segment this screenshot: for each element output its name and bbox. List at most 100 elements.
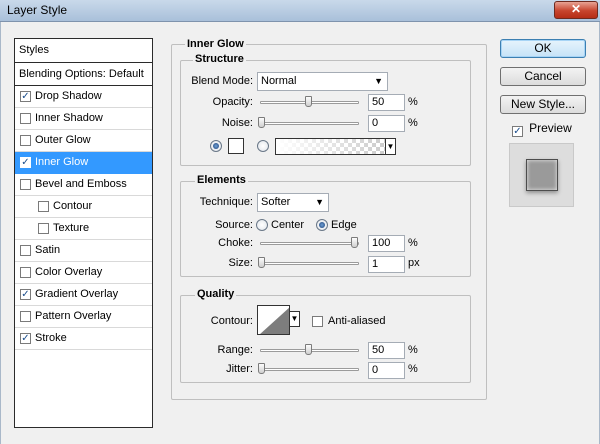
elements-title: Elements [195,174,248,186]
jitter-input[interactable]: 0 [368,362,405,379]
style-item-label: Drop Shadow [35,90,102,102]
technique-value: Softer [261,196,291,208]
styles-list: Styles Blending Options: Default ✓ Drop S… [14,38,153,428]
size-input[interactable]: 1 [368,256,405,273]
opacity-slider-thumb[interactable] [304,96,312,107]
noise-unit: % [408,117,418,129]
style-item-color-overlay[interactable]: Color Overlay [15,262,152,284]
style-item-contour[interactable]: Contour [15,196,152,218]
source-center-label[interactable]: Center [271,219,304,231]
style-checkbox[interactable] [20,311,31,322]
style-checkbox[interactable] [20,113,31,124]
style-item-label: Satin [35,244,61,256]
glow-color-swatch[interactable] [228,138,244,154]
chevron-down-icon: ▼ [290,314,299,323]
inner-glow-title: Inner Glow [185,38,246,50]
style-item-drop-shadow[interactable]: ✓ Drop Shadow [15,86,152,108]
preview-thumbnail [509,143,574,207]
preview-checkbox[interactable]: ✓ [512,126,523,137]
style-item-label: Color Overlay [35,266,103,278]
title-bar: Layer Style ✕ [0,0,600,22]
style-item-label: Bevel and Emboss [35,178,127,190]
style-item-label: Stroke [35,332,67,344]
contour-dropdown[interactable]: ▼ [289,311,300,327]
range-slider-thumb[interactable] [304,344,312,355]
new-style-button[interactable]: New Style... [500,95,586,114]
style-checkbox[interactable] [20,135,31,146]
style-item-label: Pattern Overlay [35,310,112,322]
choke-unit: % [408,237,418,249]
jitter-label: Jitter: [226,363,253,375]
source-label: Source: [215,219,253,231]
technique-select[interactable]: Softer ▼ [257,193,329,212]
style-checkbox[interactable]: ✓ [20,157,31,168]
style-item-outer-glow[interactable]: Outer Glow [15,130,152,152]
size-slider[interactable] [260,262,359,265]
blend-mode-select[interactable]: Normal ▼ [257,72,388,91]
style-checkbox[interactable]: ✓ [20,289,31,300]
range-unit: % [408,344,418,356]
range-input[interactable]: 50 [368,342,405,359]
style-item-label: Outer Glow [35,134,91,146]
choke-input[interactable]: 100 [368,235,405,252]
size-slider-thumb[interactable] [258,257,265,268]
anti-aliased-checkbox[interactable] [312,316,323,327]
chevron-down-icon: ▼ [374,76,383,86]
style-checkbox[interactable] [20,245,31,256]
ok-button[interactable]: OK [500,39,586,58]
cancel-button[interactable]: Cancel [500,67,586,86]
style-item-inner-glow[interactable]: ✓ Inner Glow [15,152,152,174]
style-item-pattern-overlay[interactable]: Pattern Overlay [15,306,152,328]
style-item-bevel-and-emboss[interactable]: Bevel and Emboss [15,174,152,196]
source-edge-radio[interactable] [316,219,328,231]
style-checkbox[interactable] [38,223,49,234]
style-item-label: Contour [53,200,93,212]
style-item-inner-shadow[interactable]: Inner Shadow [15,108,152,130]
style-checkbox[interactable]: ✓ [20,91,31,102]
source-center-radio[interactable] [256,219,268,231]
style-item-stroke[interactable]: ✓ Stroke [15,328,152,350]
style-checkbox[interactable]: ✓ [20,333,31,344]
style-item-gradient-overlay[interactable]: ✓ Gradient Overlay [15,284,152,306]
preview-label[interactable]: Preview [529,121,572,135]
style-item-label: Texture [53,222,90,234]
chevron-down-icon: ▼ [386,142,395,151]
style-checkbox[interactable] [20,179,31,190]
noise-slider[interactable] [260,122,359,125]
style-item-satin[interactable]: Satin [15,240,152,262]
preview-toggle[interactable]: ✓ Preview [512,121,572,137]
choke-slider-thumb[interactable] [351,237,358,248]
opacity-input[interactable]: 50 [368,94,405,111]
gradient-dropdown[interactable]: ▼ [385,138,396,155]
structure-title: Structure [193,53,246,65]
noise-input[interactable]: 0 [368,115,405,132]
blending-options-item[interactable]: Blending Options: Default [15,63,152,86]
chevron-down-icon: ▼ [315,197,324,207]
quality-title: Quality [195,288,237,300]
choke-slider[interactable] [260,242,359,245]
preview-swatch [526,159,558,191]
contour-picker[interactable] [257,305,290,335]
close-button[interactable]: ✕ [554,1,598,19]
window-title: Layer Style [7,3,68,17]
jitter-slider[interactable] [260,368,359,371]
contour-linear-icon [260,307,289,334]
noise-slider-thumb[interactable] [258,117,265,128]
size-unit: px [408,257,420,269]
blend-mode-label: Blend Mode: [191,75,253,87]
solid-color-radio[interactable] [210,140,222,152]
jitter-slider-thumb[interactable] [258,363,265,374]
noise-label: Noise: [221,117,253,129]
styles-header[interactable]: Styles [15,39,152,63]
gradient-swatch[interactable] [275,138,386,155]
style-checkbox[interactable] [38,201,49,212]
anti-aliased-label[interactable]: Anti-aliased [328,315,385,327]
jitter-unit: % [408,363,418,375]
gradient-radio[interactable] [257,140,269,152]
source-edge-label[interactable]: Edge [331,219,357,231]
contour-label: Contour: [210,315,253,327]
style-checkbox[interactable] [20,267,31,278]
style-item-texture[interactable]: Texture [15,218,152,240]
blend-mode-value: Normal [261,75,297,87]
technique-label: Technique: [199,196,253,208]
